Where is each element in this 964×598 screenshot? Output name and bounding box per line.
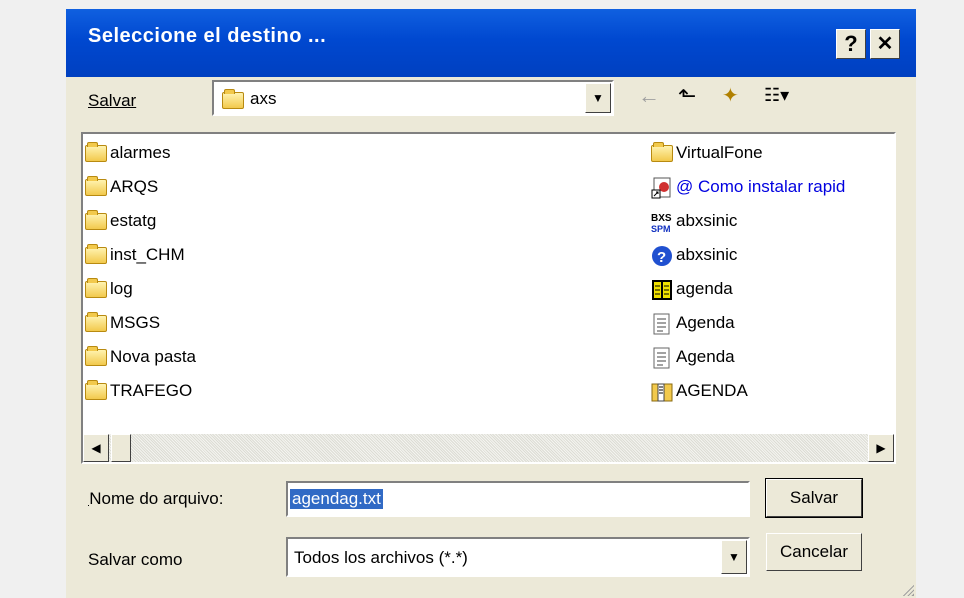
list-item[interactable]: VirtualFone [651,140,763,166]
save-as-type-dropdown[interactable]: Todos los archivos (*.*) ▼ [286,537,750,577]
help-file-icon: ? [651,245,673,266]
back-icon[interactable]: ← [638,83,660,109]
file-name-value: agendag.txt [290,489,383,509]
list-item[interactable]: Nova pasta [85,344,196,370]
list-item[interactable]: @ Como instalar rapid [651,174,845,200]
title-bar[interactable]: Seleccione el destino ... ? ✕ [66,9,916,77]
folder-icon [651,142,673,162]
view-menu-icon[interactable]: ☷▾ [764,85,789,106]
dialog-title: Seleccione el destino ... [88,25,327,47]
folder-icon [85,210,107,230]
scroll-thumb[interactable] [111,434,131,462]
up-folder-icon[interactable]: ⬑ [678,83,696,109]
list-item[interactable]: Agenda [651,310,735,336]
zip-folder-icon [651,381,673,402]
list-item[interactable]: ? abxsinic [651,242,737,268]
folder-icon [85,278,107,298]
close-button[interactable]: ✕ [870,29,900,59]
svg-text:SPM: SPM [651,224,671,233]
save-in-label: Salvar [88,91,137,110]
folder-icon [85,380,107,400]
file-name-label: NNome do arquivo: [88,489,224,508]
list-item[interactable]: ARQS [85,174,158,200]
file-name-field[interactable]: agendag.txt [286,481,750,517]
list-item[interactable]: MSGS [85,310,160,336]
list-item[interactable]: AGENDA [651,378,748,404]
list-item[interactable]: estatg [85,208,156,234]
list-item[interactable]: log [85,276,133,302]
folder-icon [85,346,107,366]
svg-text:BXS: BXS [651,213,672,224]
list-item[interactable]: BXS SPM abxsinic [651,208,737,234]
folder-icon [85,142,107,162]
folder-icon [85,244,107,264]
folder-icon [222,89,244,109]
scroll-right-button[interactable]: ▶ [868,434,894,462]
scroll-left-button[interactable]: ◀ [83,434,109,462]
list-item[interactable]: alarmes [85,140,170,166]
new-folder-icon[interactable]: ✦ [722,83,739,108]
bxs-icon: BXS SPM [651,211,673,234]
help-button[interactable]: ? [836,29,866,59]
resize-grip[interactable] [900,582,914,596]
horizontal-scrollbar[interactable]: ◀ ▶ [83,434,894,462]
list-item[interactable]: inst_CHM [85,242,185,268]
save-dialog: Seleccione el destino ... ? ✕ Salvar axs… [66,9,916,598]
file-list[interactable]: alarmes ARQS estatg inst_CHM log MSGS No… [81,132,896,464]
folder-icon [85,176,107,196]
cancel-button[interactable]: Cancelar [766,533,862,571]
chevron-down-icon[interactable]: ▼ [585,83,611,113]
list-item[interactable]: Agenda [651,344,735,370]
save-as-type-label: Salvar como [88,550,183,569]
book-icon [651,279,673,300]
save-in-dropdown[interactable]: axs ▼ [212,80,614,116]
save-as-type-value: Todos los archivos (*.*) [294,548,468,567]
folder-icon [85,312,107,332]
svg-text:?: ? [657,249,666,266]
save-in-value: axs [250,89,277,108]
list-item[interactable]: agenda [651,276,733,302]
text-file-icon [651,347,673,369]
chevron-down-icon[interactable]: ▼ [721,540,747,574]
list-item[interactable]: TRAFEGO [85,378,192,404]
shortcut-icon [651,177,673,199]
save-button[interactable]: Salvar [765,478,863,518]
text-file-icon [651,313,673,335]
